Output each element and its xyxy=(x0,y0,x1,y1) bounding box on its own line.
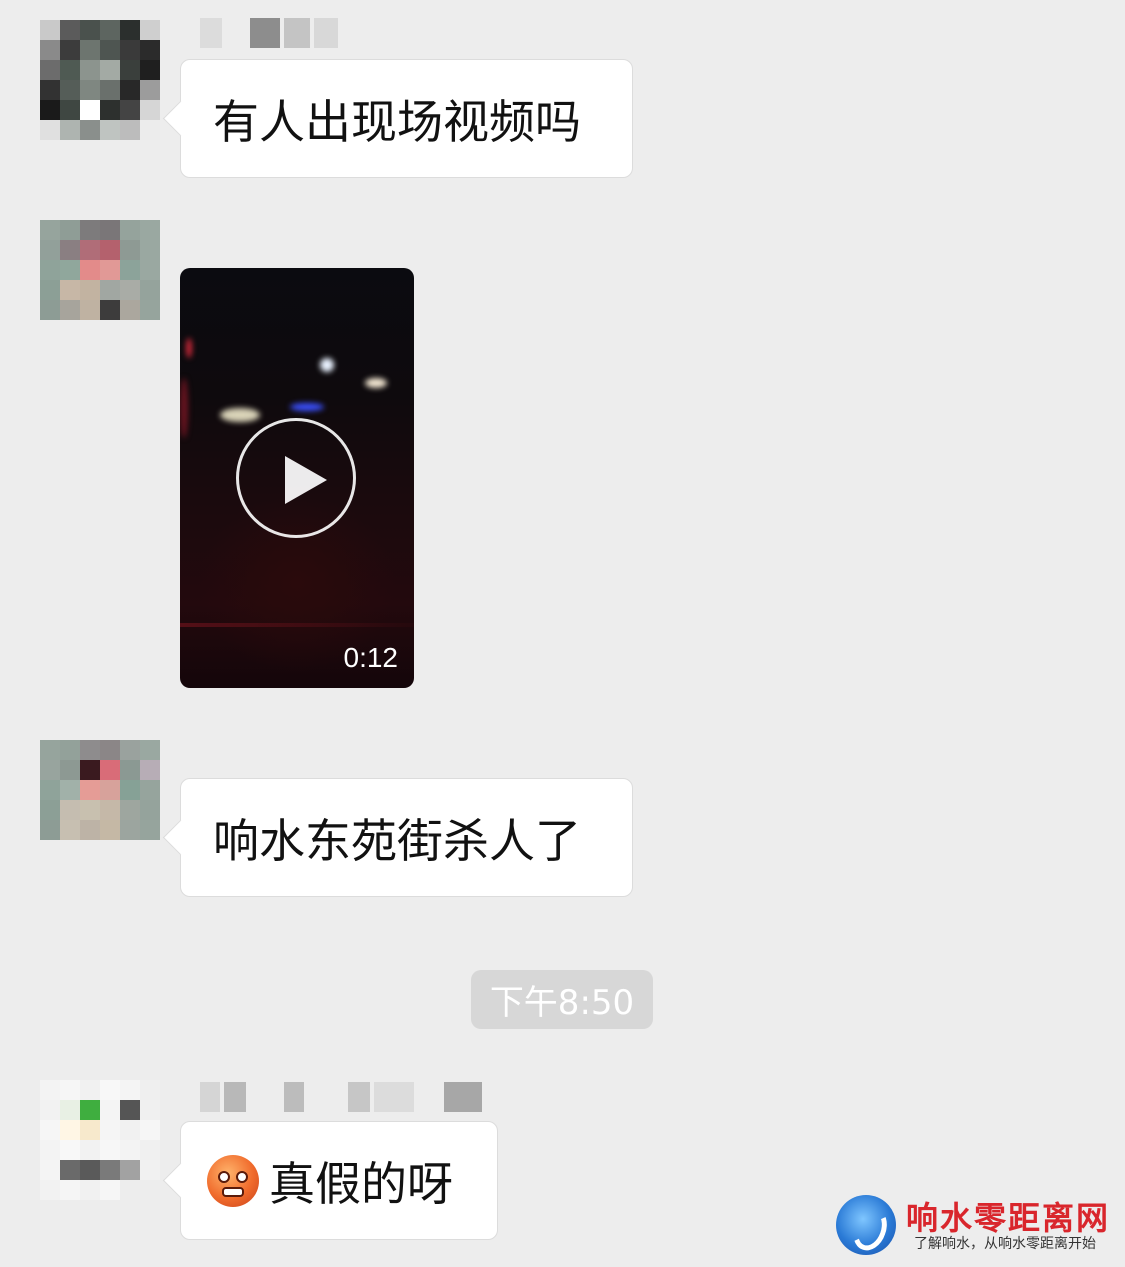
swirl-logo-icon xyxy=(836,1195,896,1255)
message-text: 响水东苑街杀人了 xyxy=(213,813,581,868)
emoji-mouth xyxy=(222,1186,244,1197)
video-frame-light xyxy=(290,403,324,411)
avatar[interactable] xyxy=(40,20,160,140)
message-bubble[interactable]: 响水东苑街杀人了 xyxy=(180,778,633,897)
play-icon[interactable] xyxy=(236,418,356,538)
video-frame-light xyxy=(186,338,192,358)
message-text: 真假的呀 xyxy=(269,1156,453,1211)
avatar[interactable] xyxy=(40,1080,160,1200)
site-watermark: 响水零距离网 了解响水，从响水零距离开始 xyxy=(836,1193,1121,1257)
video-message[interactable]: 0:12 xyxy=(180,268,414,688)
video-frame-light xyxy=(220,408,260,422)
emoji-eye xyxy=(236,1170,248,1183)
avatar[interactable] xyxy=(40,220,160,340)
message-bubble[interactable]: 真假的呀 xyxy=(180,1121,498,1240)
sender-name-redacted xyxy=(200,1082,482,1112)
emoji-eye xyxy=(218,1170,230,1183)
avatar[interactable] xyxy=(40,740,160,860)
video-frame-light xyxy=(365,378,387,388)
message-text: 有人出现场视频吗 xyxy=(213,94,581,149)
sender-name-redacted xyxy=(200,18,338,48)
video-duration: 0:12 xyxy=(343,642,399,673)
video-frame-reflection xyxy=(180,623,414,627)
angry-face-emoji xyxy=(207,1154,259,1207)
video-frame-light xyxy=(180,378,188,438)
message-bubble[interactable]: 有人出现场视频吗 xyxy=(180,59,633,178)
timestamp-label: 下午8:50 xyxy=(471,970,653,1029)
watermark-subtitle: 了解响水，从响水零距离开始 xyxy=(914,1236,1096,1252)
video-frame-light xyxy=(320,358,334,372)
